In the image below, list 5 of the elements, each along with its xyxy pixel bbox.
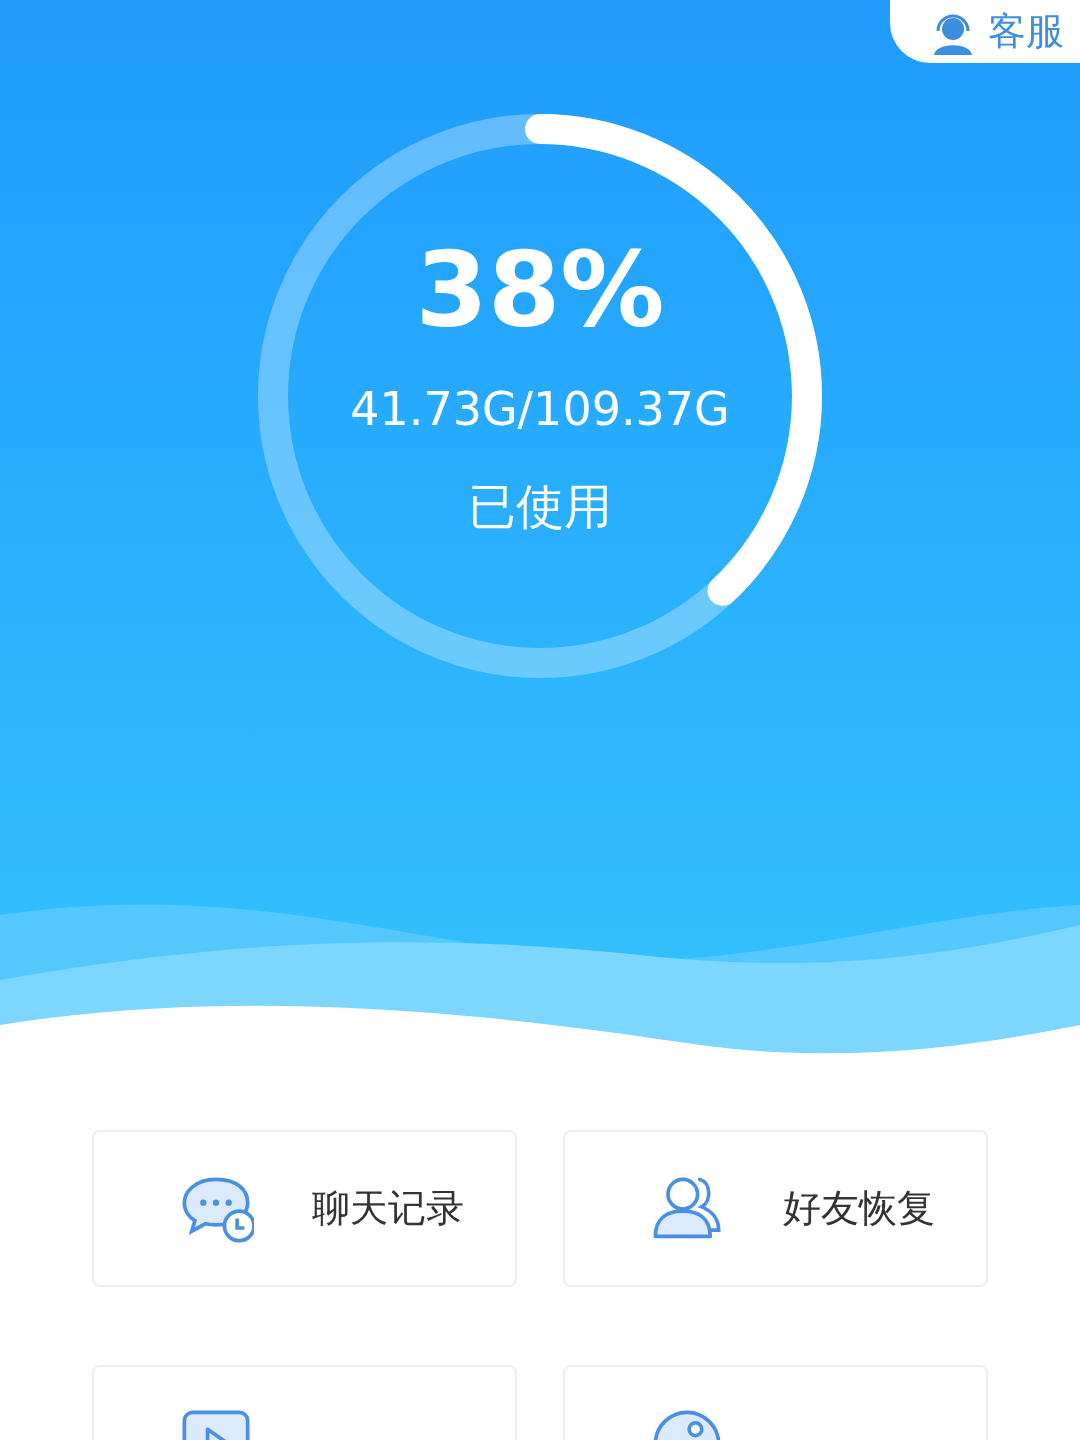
usage-caption: 已使用 <box>468 482 612 530</box>
feature-card[interactable]: 好友恢复 <box>563 1130 988 1287</box>
feature-card[interactable]: 聊天记录 <box>92 1130 517 1287</box>
storage-usage: 41.73G/109.37G <box>350 386 730 432</box>
usage-percent: 38% <box>415 238 665 342</box>
